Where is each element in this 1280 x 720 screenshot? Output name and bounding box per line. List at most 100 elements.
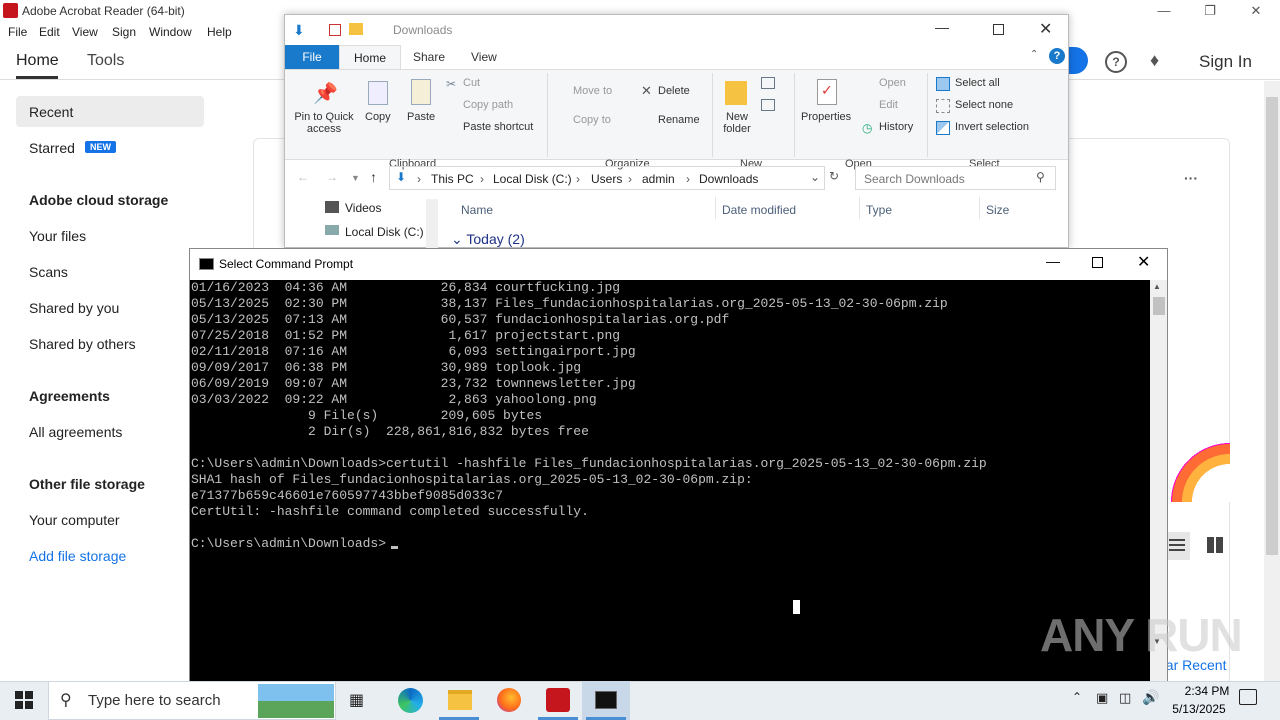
file-explorer-icon[interactable]: [448, 690, 472, 710]
console-output[interactable]: 01/16/2023 04:36 AM 26,834 courtfucking.…: [190, 280, 1150, 684]
menu-edit[interactable]: Edit: [39, 25, 60, 39]
more-options-icon[interactable]: ···: [1184, 170, 1198, 186]
sidebar-item-your-files[interactable]: Your files: [29, 228, 86, 244]
up-icon[interactable]: ↑: [370, 169, 377, 185]
sidebar-item-recent[interactable]: Recent: [29, 104, 73, 120]
menu-sign[interactable]: Sign: [112, 25, 136, 39]
sidebar-item-all-agreements[interactable]: All agreements: [29, 424, 122, 440]
volume-icon[interactable]: 🔊: [1142, 689, 1159, 706]
tab-home[interactable]: Home: [16, 52, 59, 70]
sidebar-item-your-computer[interactable]: Your computer: [29, 512, 120, 528]
copy-button[interactable]: Copy: [365, 111, 391, 123]
downloads-icon: ⬇: [396, 170, 407, 184]
nav-videos[interactable]: Videos: [345, 201, 381, 215]
scroll-up-icon[interactable]: ▲: [1153, 282, 1161, 291]
menu-file[interactable]: File: [8, 25, 27, 39]
column-type[interactable]: Type: [866, 203, 892, 217]
menu-window[interactable]: Window: [149, 25, 192, 39]
edit-button[interactable]: Edit: [879, 99, 898, 111]
column-size[interactable]: Size: [986, 203, 1009, 217]
nav-scrollbar[interactable]: [426, 199, 438, 248]
grid-view-icon[interactable]: [1207, 537, 1223, 553]
breadcrumb-admin[interactable]: admin: [642, 172, 675, 186]
paste-button[interactable]: Paste: [407, 111, 435, 123]
open-button[interactable]: Open: [879, 77, 906, 89]
sidebar-item-scans[interactable]: Scans: [29, 264, 68, 280]
task-view-icon[interactable]: ▦: [349, 690, 364, 710]
menu-view[interactable]: View: [72, 25, 98, 39]
cut-button[interactable]: Cut: [463, 77, 480, 89]
cmd-maximize-icon[interactable]: [1092, 257, 1103, 268]
collapse-ribbon-icon[interactable]: ⌃: [1030, 49, 1038, 60]
network-icon[interactable]: ◫: [1119, 690, 1131, 706]
copy-to-button[interactable]: Copy to: [573, 114, 611, 126]
explorer-help-icon[interactable]: ?: [1049, 48, 1065, 64]
properties-quick-icon[interactable]: [329, 24, 341, 36]
cmd-close-icon[interactable]: ✕: [1137, 252, 1150, 272]
firefox-icon[interactable]: [497, 688, 521, 712]
edge-icon[interactable]: [398, 688, 423, 713]
device-icon[interactable]: ▣: [1096, 690, 1108, 706]
acrobat-taskbar-icon[interactable]: [546, 688, 570, 712]
back-icon[interactable]: ←: [297, 170, 309, 184]
copy-path-button[interactable]: Copy path: [463, 99, 513, 111]
minimize-icon[interactable]: —: [1141, 0, 1187, 22]
explorer-maximize-icon[interactable]: [993, 24, 1004, 35]
explorer-search-input[interactable]: Search Downloads ⚲: [855, 166, 1056, 190]
select-none-button[interactable]: Select none: [955, 99, 1013, 111]
sidebar-item-starred[interactable]: Starred: [29, 140, 75, 156]
ribbon-tab-file[interactable]: File: [285, 45, 339, 69]
new-item-icon[interactable]: [761, 77, 775, 89]
address-dropdown-icon[interactable]: ⌄: [810, 170, 820, 184]
breadcrumb-users[interactable]: Users: [591, 172, 622, 186]
history-button[interactable]: History: [879, 121, 913, 133]
paste-shortcut-button[interactable]: Paste shortcut: [463, 121, 533, 133]
recent-locations-icon[interactable]: ▼: [351, 173, 360, 183]
clock-time[interactable]: 2:34 PM: [1174, 684, 1240, 698]
list-view-icon[interactable]: [1166, 532, 1190, 560]
rename-button[interactable]: Rename: [658, 114, 700, 126]
close-icon[interactable]: ✕: [1233, 0, 1279, 22]
breadcrumb-this-pc[interactable]: This PC: [431, 172, 474, 186]
explorer-minimize-icon[interactable]: —: [935, 19, 949, 35]
pin-quick-access-button[interactable]: Pin to Quick access: [293, 111, 355, 135]
menu-help[interactable]: Help: [207, 25, 232, 39]
show-hidden-icons[interactable]: ⌃: [1072, 690, 1082, 704]
windows-start-icon[interactable]: [15, 691, 33, 709]
add-file-storage-link[interactable]: Add file storage: [29, 548, 126, 564]
folder-quick-icon[interactable]: [349, 23, 363, 35]
sidebar-item-shared-by-you[interactable]: Shared by you: [29, 300, 119, 316]
forward-icon[interactable]: →: [326, 170, 338, 184]
new-folder-button[interactable]: New folder: [721, 111, 753, 135]
bell-icon[interactable]: ♦: [1150, 50, 1159, 71]
explorer-close-icon[interactable]: ✕: [1039, 19, 1052, 39]
tab-tools[interactable]: Tools: [87, 52, 124, 70]
sign-in-button[interactable]: Sign In: [1199, 52, 1252, 72]
column-name[interactable]: Name: [461, 203, 493, 217]
delete-button[interactable]: Delete: [658, 85, 690, 97]
sidebar-item-shared-by-others[interactable]: Shared by others: [29, 336, 136, 352]
group-today[interactable]: ⌄ Today (2): [451, 231, 525, 248]
ribbon-tab-home[interactable]: Home: [339, 45, 401, 70]
address-bar[interactable]: ⬇ › This PC › Local Disk (C:) › Users › …: [389, 166, 825, 190]
history-icon: ◷: [862, 121, 873, 135]
properties-button[interactable]: Properties: [801, 111, 851, 123]
ribbon-tab-view[interactable]: View: [471, 50, 497, 64]
select-all-button[interactable]: Select all: [955, 77, 1000, 89]
refresh-icon[interactable]: ↻: [829, 169, 839, 183]
help-icon[interactable]: ?: [1105, 51, 1127, 73]
breadcrumb-local-disk[interactable]: Local Disk (C:): [493, 172, 572, 186]
notifications-icon[interactable]: [1239, 689, 1257, 705]
invert-selection-button[interactable]: Invert selection: [955, 121, 1029, 133]
nav-local-disk[interactable]: Local Disk (C:): [345, 225, 424, 239]
restore-icon[interactable]: ❐: [1187, 0, 1233, 22]
move-to-button[interactable]: Move to: [573, 85, 612, 97]
cmd-minimize-icon[interactable]: —: [1046, 253, 1060, 269]
acrobat-scrollbar-thumb[interactable]: [1266, 97, 1278, 555]
clock-date[interactable]: 5/13/2025: [1166, 702, 1232, 716]
column-date-modified[interactable]: Date modified: [722, 203, 796, 217]
easy-access-icon[interactable]: [761, 99, 775, 111]
ribbon-tab-share[interactable]: Share: [413, 50, 445, 64]
cmd-scrollbar-thumb[interactable]: [1153, 297, 1165, 315]
breadcrumb-downloads[interactable]: Downloads: [699, 172, 758, 186]
